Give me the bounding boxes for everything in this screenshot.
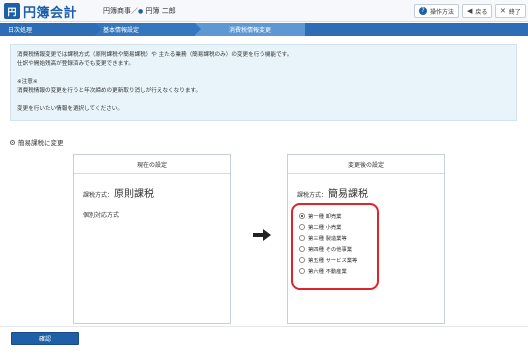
breadcrumb: 日次処理 基本情報設定 消費税情報変更 — [0, 23, 528, 36]
radio-type-1[interactable]: 第一種 卸売業 — [299, 210, 377, 221]
current-settings-title: 現在の設定 — [74, 155, 230, 174]
app-header: 円 円簿会計 円簿商事／● 円簿 二郎 ? 操作方法 ◀ 戻る ✕ 終了 — [0, 0, 528, 22]
back-icon: ◀ — [467, 7, 473, 15]
breadcrumb-basic-settings[interactable]: 基本情報設定 — [95, 23, 195, 36]
info-line: 変更を行いたい情報を選択してください。 — [17, 106, 123, 112]
radio-label: 第五種 サービス業等 — [308, 257, 358, 264]
info-line: 消費税情報変更では課税方式（原則課税や簡易課税）や 主たる業務（簡易課税のみ）の… — [17, 52, 293, 58]
breadcrumb-basic-settings-label: 基本情報設定 — [103, 27, 140, 34]
close-icon: ✕ — [500, 7, 506, 15]
current-tax-submethod: 個別対応方式 — [83, 212, 120, 219]
radio-type-4[interactable]: 第四種 その他事業 — [299, 243, 377, 254]
app-name: 円簿会計 — [23, 6, 78, 21]
current-tax-method-value: 原則課税 — [114, 189, 155, 200]
radio-type-3[interactable]: 第三種 製造業等 — [299, 232, 377, 243]
radio-type-2[interactable]: 第二種 小売業 — [299, 221, 377, 232]
info-box: 消費税情報変更では課税方式（原則課税や簡易課税）や 主たる業務（簡易課税のみ）の… — [10, 44, 517, 121]
radio-type-5[interactable]: 第五種 サービス業等 — [299, 254, 377, 265]
confirm-button[interactable]: 確認 — [11, 332, 79, 345]
breadcrumb-chevron-icon — [195, 23, 201, 35]
radio-unselected-icon — [299, 256, 305, 263]
company-user-label: 円簿商事／● 円簿 二郎 — [103, 6, 176, 16]
current-tax-method-label: 課税方式： — [83, 192, 114, 199]
back-button-label: 戻る — [475, 8, 488, 16]
user-name: 円簿 二郎 — [145, 7, 176, 15]
info-notice-heading: ※注意※ — [17, 79, 38, 85]
radio-unselected-icon — [299, 245, 305, 252]
company-name: 円簿商事／ — [103, 7, 138, 15]
radio-selected-icon — [299, 212, 305, 219]
info-line — [17, 69, 510, 78]
radio-label: 第六種 不動産業 — [308, 268, 347, 275]
bullet-icon — [10, 139, 15, 145]
radio-unselected-icon — [299, 267, 305, 274]
exit-button-label: 終了 — [508, 8, 521, 16]
breadcrumb-tax-change-label: 消費税情報変更 — [228, 27, 271, 34]
arrow-right-icon — [253, 229, 271, 241]
help-button-label: 操作方法 — [430, 8, 455, 16]
radio-label: 第三種 製造業等 — [308, 235, 347, 242]
radio-label: 第二種 小売業 — [308, 224, 342, 231]
new-tax-method-value: 簡易課税 — [328, 189, 369, 200]
breadcrumb-chevron-icon — [95, 23, 101, 35]
help-button[interactable]: ? 操作方法 — [414, 4, 460, 18]
info-line — [17, 96, 510, 105]
current-tax-method: 課税方式： 原則課税 — [83, 185, 154, 200]
radio-unselected-icon — [299, 223, 305, 230]
business-type-radio-group: 第一種 卸売業 第二種 小売業 第三種 製造業等 第四種 その他事業 第五種 サ… — [291, 203, 379, 290]
breadcrumb-daily-label: 日次処理 — [8, 27, 33, 34]
divider — [0, 326, 528, 327]
breadcrumb-tax-change: 消費税情報変更 — [195, 23, 305, 36]
radio-unselected-icon — [299, 234, 305, 241]
radio-label: 第四種 その他事業 — [308, 246, 353, 253]
app-logo-icon: 円 — [4, 3, 20, 19]
exit-button[interactable]: ✕ 終了 — [495, 4, 526, 18]
help-icon: ? — [419, 7, 427, 15]
radio-label: 第一種 卸売業 — [308, 213, 342, 220]
new-tax-method-label: 課税方式： — [297, 192, 328, 199]
section-heading-label: 簡易課税に変更 — [18, 139, 64, 147]
current-settings-panel: 現在の設定 課税方式： 原則課税 個別対応方式 — [73, 154, 231, 324]
new-tax-method: 課税方式： 簡易課税 — [297, 185, 368, 200]
info-line: 仕訳や開始残高が登録済みでも変更できます。 — [17, 61, 134, 67]
user-separator-icon: ● — [138, 8, 144, 15]
info-line: 消費税情報の変更を行うと年次締めの更新取り消しが行えなくなります。 — [17, 88, 202, 94]
new-settings-title: 変更後の設定 — [288, 155, 444, 174]
breadcrumb-daily[interactable]: 日次処理 — [0, 23, 95, 36]
back-button[interactable]: ◀ 戻る — [462, 4, 493, 18]
new-settings-panel: 変更後の設定 課税方式： 簡易課税 第一種 卸売業 第二種 小売業 第三種 製造業… — [287, 154, 445, 324]
radio-type-6[interactable]: 第六種 不動産業 — [299, 265, 377, 276]
section-heading: 簡易課税に変更 — [10, 137, 64, 147]
